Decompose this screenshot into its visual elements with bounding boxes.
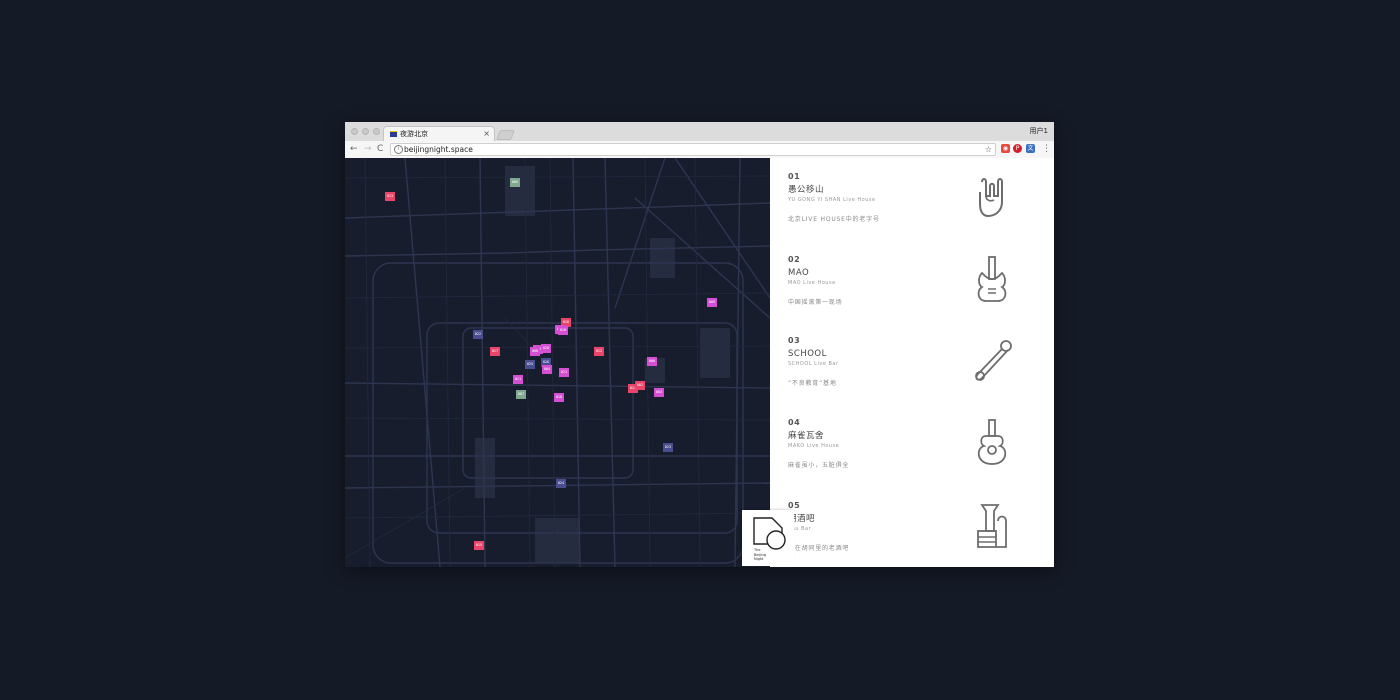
- tab-close-icon[interactable]: ×: [483, 128, 490, 140]
- new-tab-button[interactable]: [496, 130, 515, 140]
- browser-tab[interactable]: 夜游北京 ×: [383, 126, 495, 141]
- venue-list-panel[interactable]: 01 愚公移山 YU GONG YI SHAN Live House 北京LIV…: [770, 158, 1054, 567]
- map-marker[interactable]: 013: [385, 192, 395, 201]
- road-network: [345, 158, 770, 567]
- window-controls: [351, 128, 380, 135]
- map-marker[interactable]: 007: [516, 390, 526, 399]
- map-marker[interactable]: 020: [541, 344, 551, 353]
- electric-guitar-icon: [977, 256, 1007, 302]
- map-marker[interactable]: 023: [663, 443, 673, 452]
- venue-item[interactable]: 04 麻雀瓦舍 MAKO Live House 麻雀虽小，五脏俱全: [788, 418, 1038, 470]
- map-marker[interactable]: 008: [530, 347, 540, 356]
- browser-menu-icon[interactable]: ⋮: [1042, 143, 1051, 156]
- map-marker[interactable]: 005: [510, 178, 520, 187]
- minimize-window-button[interactable]: [362, 128, 369, 135]
- bookmark-star-icon[interactable]: ☆: [985, 144, 992, 155]
- map-marker[interactable]: 011: [513, 375, 523, 384]
- speaker-ext-icon[interactable]: ◉: [1001, 144, 1010, 153]
- map-marker[interactable]: 022: [473, 330, 483, 339]
- pinterest-ext-icon[interactable]: P: [1013, 144, 1022, 153]
- reload-button[interactable]: C: [377, 143, 383, 156]
- map-marker[interactable]: 025: [525, 360, 535, 369]
- acoustic-guitar-icon: [977, 419, 1007, 465]
- back-button[interactable]: ←: [350, 143, 358, 156]
- browser-window: 夜游北京 × 用户1 ← → C i beijingnight.space ☆ …: [345, 122, 1054, 567]
- map-marker[interactable]: 010: [558, 326, 568, 335]
- map-marker[interactable]: 006: [647, 357, 657, 366]
- instruments-icon: [977, 504, 1007, 548]
- tab-bar: 夜游北京 × 用户1: [345, 122, 1054, 142]
- beijing-night-logo[interactable]: The Beijing Night: [742, 510, 794, 566]
- tab-title: 夜游北京: [400, 130, 428, 138]
- venue-item[interactable]: 05 湖酒吧 ghu Bar 藏在胡同里的老酒吧: [788, 501, 1038, 553]
- map-marker[interactable]: 009: [707, 298, 717, 307]
- site-info-icon[interactable]: i: [394, 145, 403, 154]
- rock-hand-icon: [979, 178, 1003, 218]
- logo-mark-icon: [753, 517, 786, 550]
- map-view[interactable]: 0130050090220160170010190200120250260060…: [345, 158, 770, 567]
- address-toolbar: ← → C i beijingnight.space ☆ ◉ P 文 ⋮: [345, 141, 1054, 159]
- url-bar[interactable]: i beijingnight.space ☆: [390, 143, 996, 156]
- map-marker[interactable]: 002: [635, 381, 645, 390]
- map-marker[interactable]: 015: [474, 541, 484, 550]
- map-marker[interactable]: 004: [542, 365, 552, 374]
- close-window-button[interactable]: [351, 128, 358, 135]
- map-marker[interactable]: 003: [654, 388, 664, 397]
- logo-text: The Beijing Night: [754, 548, 766, 561]
- url-text[interactable]: beijingnight.space: [404, 144, 473, 155]
- user-profile-label[interactable]: 用户1: [1030, 125, 1048, 137]
- safety-pin-icon: [975, 340, 1012, 381]
- map-marker[interactable]: 012: [594, 347, 604, 356]
- map-marker[interactable]: 024: [556, 479, 566, 488]
- venue-item[interactable]: 01 愚公移山 YU GONG YI SHAN Live House 北京LIV…: [788, 172, 1038, 224]
- map-marker[interactable]: 018: [554, 393, 564, 402]
- translate-ext-icon[interactable]: 文: [1026, 144, 1035, 153]
- flag-favicon-icon: [390, 131, 397, 137]
- map-marker[interactable]: 021: [559, 368, 569, 377]
- venue-item[interactable]: 02 MAO MAO Live House 中国摇滚第一现场: [788, 255, 1038, 307]
- forward-button[interactable]: →: [364, 143, 372, 156]
- zoom-window-button[interactable]: [373, 128, 380, 135]
- map-marker[interactable]: 017: [490, 347, 500, 356]
- venue-item[interactable]: 03 SCHOOL SCHOOL Live Bar “不良教育”基地: [788, 336, 1038, 388]
